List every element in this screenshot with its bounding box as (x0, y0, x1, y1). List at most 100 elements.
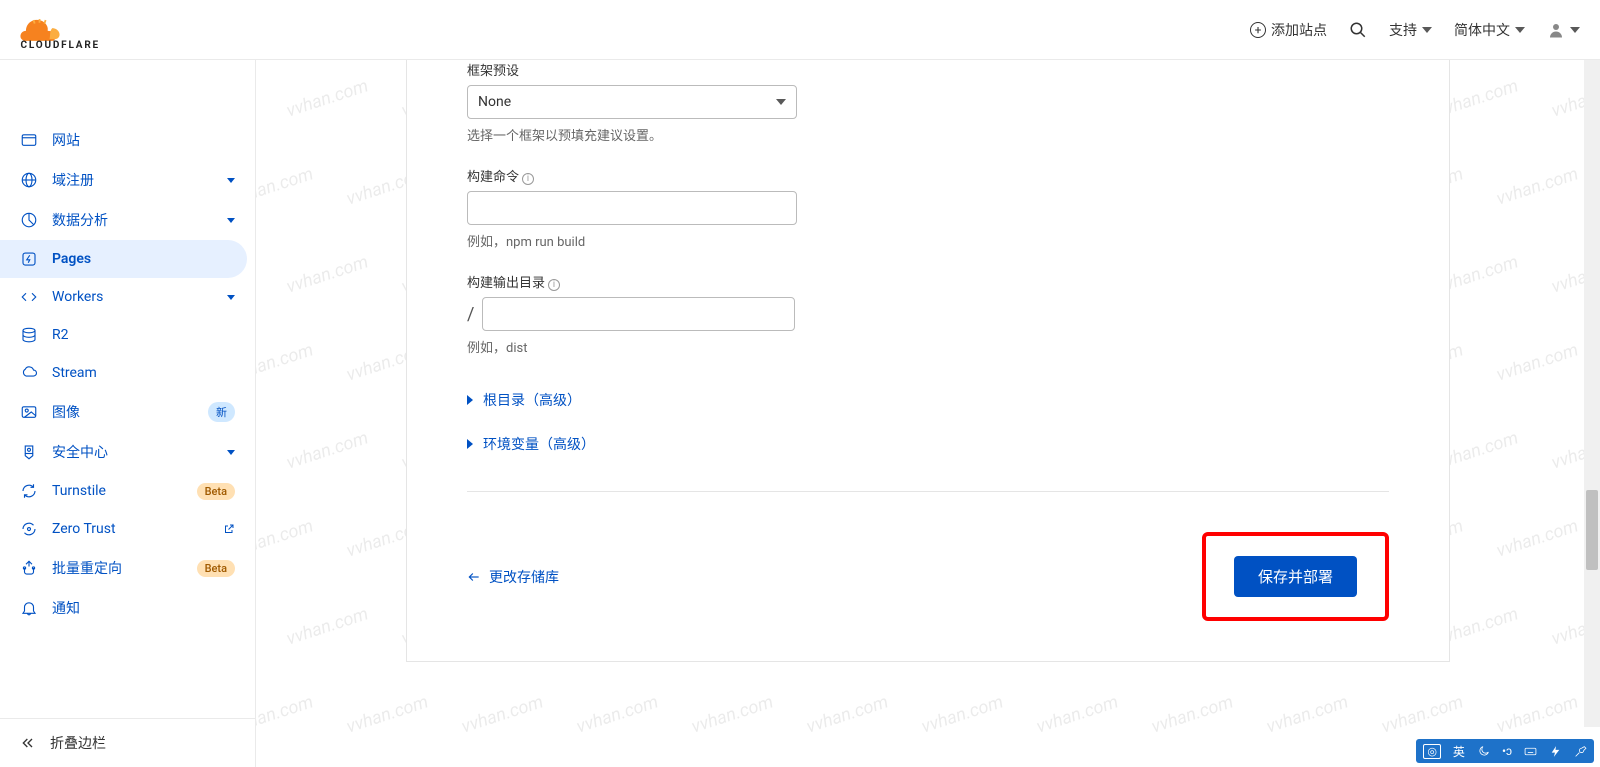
collapse-icon (20, 735, 36, 751)
info-icon[interactable]: i (548, 279, 560, 291)
sidebar-item-label: Pages (52, 251, 227, 267)
framework-preset-help: 选择一个框架以预填充建议设置。 (467, 125, 1389, 144)
search-button[interactable] (1349, 21, 1367, 39)
browser-icon (20, 131, 38, 149)
nav-badge: Beta (197, 483, 235, 500)
collapse-label: 折叠边栏 (50, 733, 106, 753)
info-icon[interactable]: i (522, 173, 534, 185)
sidebar-item-database[interactable]: R2 (0, 316, 255, 354)
chevron-right-icon (467, 439, 473, 449)
ime-keyboard-icon[interactable] (1521, 745, 1540, 758)
build-command-label: 构建命令i (467, 166, 1389, 185)
sidebar-item-label: Workers (52, 289, 213, 305)
main-content: 框架预设 None 选择一个框架以预填充建议设置。 构建命令i 例如，npm r… (256, 60, 1600, 767)
add-site-link[interactable]: + 添加站点 (1250, 20, 1327, 40)
nav-badge: 新 (208, 402, 235, 422)
language-label: 简体中文 (1454, 20, 1510, 40)
ime-moon-icon[interactable] (1474, 745, 1493, 758)
sidebar-item-label: 图像 (52, 402, 194, 422)
cloud-icon (20, 364, 38, 382)
svg-text:CLOUDFLARE: CLOUDFLARE (20, 40, 100, 50)
framework-preset-value: None (478, 94, 511, 110)
nav-badge: Beta (197, 560, 235, 577)
zero-icon (20, 520, 38, 538)
external-link-icon (223, 523, 235, 535)
add-site-label: 添加站点 (1271, 20, 1327, 40)
sidebar-item-label: Zero Trust (52, 521, 209, 537)
language-menu[interactable]: 简体中文 (1454, 20, 1525, 40)
build-command-group: 构建命令i 例如，npm run build (467, 166, 1389, 250)
ime-lightning-icon[interactable] (1546, 745, 1565, 758)
collapse-sidebar-button[interactable]: 折叠边栏 (0, 718, 255, 767)
output-dir-help: 例如，dist (467, 337, 1389, 356)
refresh-icon (20, 482, 38, 500)
ime-wrench-icon[interactable] (1571, 745, 1590, 758)
deploy-button-highlight: 保存并部署 (1202, 532, 1389, 621)
chevron-down-icon (227, 218, 235, 223)
shield-icon (20, 443, 38, 461)
sidebar-item-bolt[interactable]: Pages (0, 240, 247, 278)
sidebar-item-shield[interactable]: 安全中心 (0, 432, 255, 472)
change-repo-link[interactable]: 更改存储库 (467, 567, 559, 587)
sidebar-item-cloud[interactable]: Stream (0, 354, 255, 392)
framework-preset-group: 框架预设 None 选择一个框架以预填充建议设置。 (467, 60, 1389, 144)
ime-toolbar[interactable]: ◎ 英 •ɔ (1416, 739, 1594, 763)
sidebar: 网站域注册数据分析PagesWorkersR2Stream图像新安全中心Turn… (0, 60, 256, 767)
caret-down-icon (1570, 27, 1580, 33)
bolt-icon (20, 250, 38, 268)
sidebar-item-image[interactable]: 图像新 (0, 392, 255, 432)
account-menu[interactable] (1547, 21, 1580, 39)
deploy-form-card: 框架预设 None 选择一个框架以预填充建议设置。 构建命令i 例如，npm r… (406, 60, 1450, 662)
chevron-down-icon (227, 295, 235, 300)
image-icon (20, 403, 38, 421)
chevron-down-icon (227, 450, 235, 455)
code-icon (20, 288, 38, 306)
arrow-left-icon (467, 570, 481, 584)
output-dir-prefix: / (467, 304, 474, 325)
chevron-down-icon (227, 178, 235, 183)
caret-down-icon (776, 99, 786, 105)
root-dir-toggle-label: 根目录（高级） (483, 390, 581, 410)
sidebar-item-label: Stream (52, 365, 235, 381)
sidebar-item-label: 批量重定向 (52, 558, 183, 578)
search-icon (1349, 21, 1367, 39)
sidebar-item-label: 通知 (52, 598, 235, 618)
build-command-input[interactable] (467, 191, 797, 225)
framework-preset-select[interactable]: None (467, 85, 797, 119)
framework-preset-label: 框架预设 (467, 60, 1389, 79)
sidebar-item-chart[interactable]: 数据分析 (0, 200, 255, 240)
app-header: CLOUDFLARE + 添加站点 支持 简体中文 (0, 0, 1600, 60)
env-vars-toggle-label: 环境变量（高级） (483, 434, 595, 454)
change-repo-label: 更改存储库 (489, 567, 559, 587)
sidebar-item-refresh[interactable]: Turnstile Beta (0, 472, 255, 510)
sidebar-item-label: R2 (52, 327, 235, 343)
support-menu[interactable]: 支持 (1389, 20, 1432, 40)
redirect-icon (20, 559, 38, 577)
ime-language[interactable]: 英 (1450, 743, 1468, 760)
sidebar-item-bell[interactable]: 通知 (0, 588, 255, 628)
output-dir-group: 构建输出目录i / 例如，dist (467, 272, 1389, 356)
sidebar-item-label: Turnstile (52, 483, 183, 499)
chevron-right-icon (467, 395, 473, 405)
ime-mode-icon[interactable]: ◎ (1423, 744, 1441, 759)
save-and-deploy-button[interactable]: 保存并部署 (1234, 556, 1357, 597)
bell-icon (20, 599, 38, 617)
sidebar-item-code[interactable]: Workers (0, 278, 255, 316)
sidebar-item-label: 数据分析 (52, 210, 213, 230)
chart-icon (20, 211, 38, 229)
env-vars-toggle[interactable]: 环境变量（高级） (467, 422, 1389, 466)
globe-icon (20, 171, 38, 189)
plus-circle-icon: + (1250, 22, 1266, 38)
ime-comma-icon[interactable]: •ɔ (1499, 744, 1515, 758)
sidebar-item-globe[interactable]: 域注册 (0, 160, 255, 200)
sidebar-item-redirect[interactable]: 批量重定向 Beta (0, 548, 255, 588)
database-icon (20, 326, 38, 344)
output-dir-label: 构建输出目录i (467, 272, 1389, 291)
sidebar-item-zero[interactable]: Zero Trust (0, 510, 255, 548)
sidebar-item-browser[interactable]: 网站 (0, 120, 255, 160)
caret-down-icon (1422, 27, 1432, 33)
root-dir-toggle[interactable]: 根目录（高级） (467, 378, 1389, 422)
support-label: 支持 (1389, 20, 1417, 40)
cloudflare-logo[interactable]: CLOUDFLARE (20, 10, 130, 50)
output-dir-input[interactable] (482, 297, 795, 331)
